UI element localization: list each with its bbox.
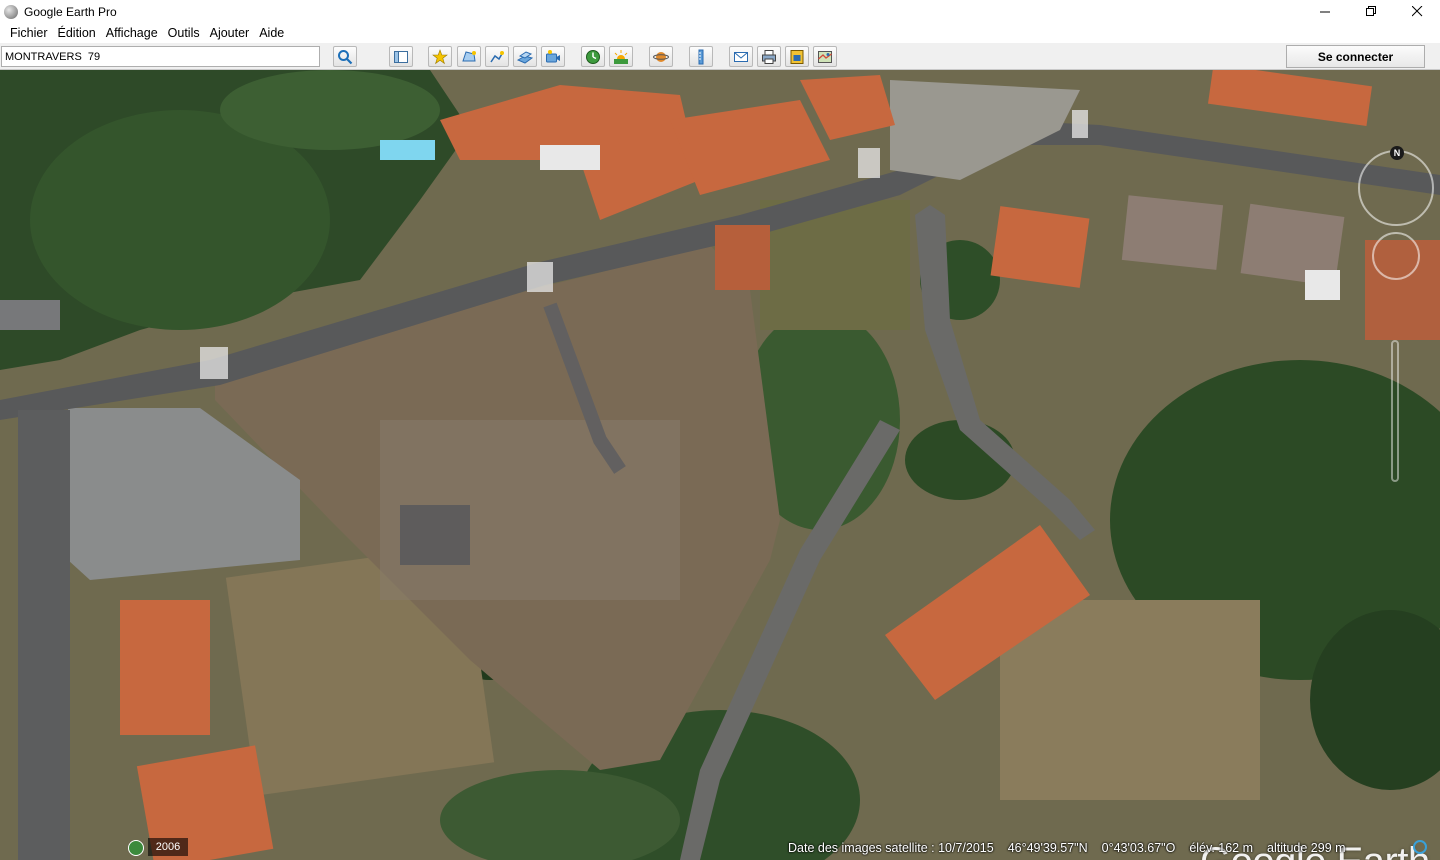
window-title: Google Earth Pro (24, 4, 117, 19)
ruler-button[interactable] (689, 46, 713, 67)
google-earth-app-icon (4, 4, 18, 19)
sunlight-icon (614, 49, 628, 64)
satellite-imagery (0, 70, 1440, 860)
image-overlay-icon (517, 50, 533, 64)
historical-imagery-button[interactable] (581, 46, 605, 67)
move-joystick[interactable] (1372, 232, 1420, 280)
status-bar: Date des images satellite : 10/7/2015 46… (788, 838, 1360, 858)
email-icon (734, 51, 748, 62)
save-image-button[interactable] (785, 46, 809, 67)
path-icon (490, 50, 504, 62)
add-polygon-button[interactable] (457, 46, 481, 67)
search-icon (338, 49, 353, 64)
map-view[interactable]: N Google Earth (0, 70, 1440, 860)
zoom-slider[interactable] (1391, 340, 1399, 482)
toolbar: Se connecter (0, 43, 1440, 70)
restore-icon (1365, 6, 1376, 16)
view-in-maps-icon (818, 50, 832, 63)
sidebar-toggle-button[interactable] (389, 46, 413, 67)
eye-altitude-readout: altitude 299 m (1267, 841, 1346, 855)
title-bar: Google Earth Pro (0, 0, 1440, 23)
planets-button[interactable] (649, 46, 673, 67)
close-button[interactable] (1394, 0, 1440, 23)
menu-outils[interactable]: Outils (163, 26, 205, 40)
menu-affichage[interactable]: Affichage (101, 26, 163, 40)
elevation-readout: élév. 162 m (1189, 841, 1254, 855)
add-image-overlay-button[interactable] (513, 46, 537, 67)
add-path-button[interactable] (485, 46, 509, 67)
imagery-year: 2006 (148, 838, 188, 856)
planets-icon (653, 51, 669, 62)
menu-edition[interactable]: Édition (53, 26, 101, 40)
search-button[interactable] (333, 46, 357, 67)
print-button[interactable] (757, 46, 781, 67)
imagery-date: Date des images satellite : 10/7/2015 (788, 841, 994, 855)
close-icon (1411, 6, 1422, 17)
ruler-icon (698, 49, 704, 64)
menu-aide[interactable]: Aide (254, 26, 289, 40)
record-tour-icon (546, 49, 560, 62)
record-tour-button[interactable] (541, 46, 565, 67)
sunlight-button[interactable] (609, 46, 633, 67)
email-button[interactable] (729, 46, 753, 67)
polygon-icon (462, 50, 476, 61)
window-controls (1302, 0, 1440, 23)
sign-in-button[interactable]: Se connecter (1286, 45, 1425, 68)
placemark-icon (432, 48, 448, 64)
menu-fichier[interactable]: Fichier (5, 26, 53, 40)
save-image-icon (790, 49, 804, 64)
restore-button[interactable] (1348, 0, 1394, 23)
latitude-readout: 46°49'39.57"N (1007, 841, 1088, 855)
menu-ajouter[interactable]: Ajouter (205, 26, 255, 40)
sidebar-icon (394, 50, 408, 63)
streaming-status-icon (1413, 840, 1427, 854)
historical-imagery-icon (586, 49, 600, 64)
minimize-icon (1319, 11, 1330, 13)
longitude-readout: 0°43'03.67"O (1101, 841, 1176, 855)
search-input[interactable] (1, 46, 320, 67)
look-joystick[interactable] (1358, 150, 1434, 226)
minimize-button[interactable] (1302, 0, 1348, 23)
menu-bar: Fichier Édition Affichage Outils Ajouter… (0, 23, 1440, 43)
print-icon (762, 49, 776, 64)
view-in-maps-button[interactable] (813, 46, 837, 67)
compass-north-label[interactable]: N (1390, 146, 1404, 160)
historical-imagery-clock-icon[interactable] (128, 840, 144, 856)
add-placemark-button[interactable] (428, 46, 452, 67)
